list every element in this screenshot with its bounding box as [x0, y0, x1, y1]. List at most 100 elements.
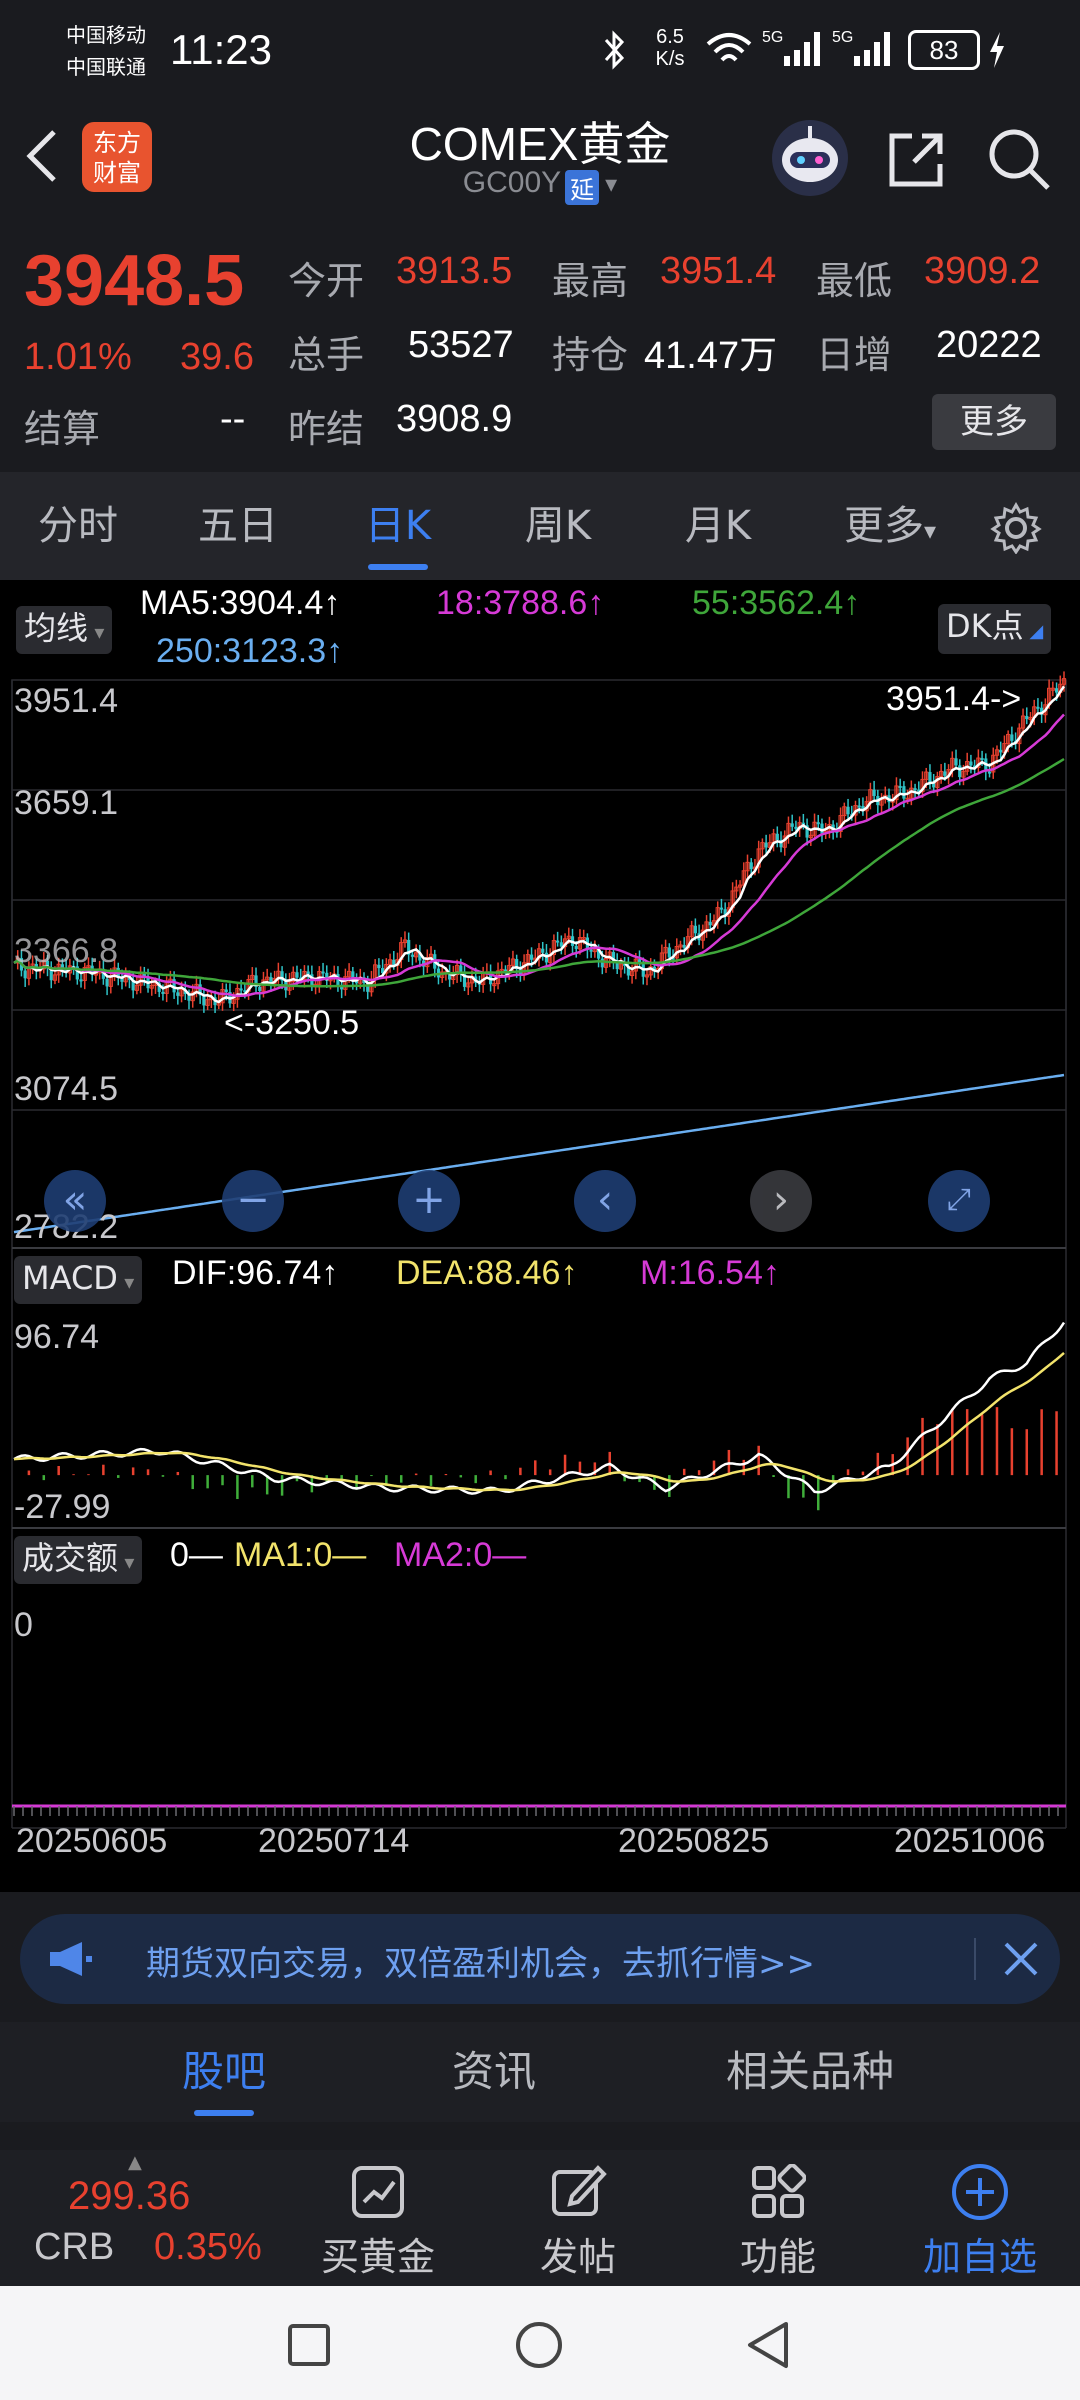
tab-monthly-k[interactable]: 月K: [658, 472, 778, 580]
home-icon[interactable]: [514, 2320, 564, 2370]
macd-max: 96.74: [14, 1318, 100, 1356]
change-percent: 1.01%: [24, 336, 132, 378]
candle-body: [224, 989, 228, 992]
candle-body: [321, 971, 325, 974]
net-speed: 6.5: [656, 26, 684, 48]
candle-body: [239, 988, 243, 991]
post-button[interactable]: 发帖: [500, 2150, 656, 2286]
search-icon[interactable]: [986, 126, 1054, 194]
crb-up-indicator: ▲: [128, 2152, 142, 2173]
share-icon[interactable]: [884, 128, 948, 192]
crb-value[interactable]: 299.36: [68, 2174, 190, 2219]
scroll-left-button[interactable]: ‹: [574, 1170, 636, 1232]
volume-value: 53527: [408, 324, 514, 366]
candle-body: [999, 749, 1003, 753]
candle-body: [295, 972, 299, 978]
date-label-4: 20251006: [894, 1822, 1046, 1860]
buy-gold-button[interactable]: 买黄金: [300, 2150, 456, 2286]
grid-icon: [752, 2164, 806, 2218]
candle-body: [529, 954, 534, 960]
candle-body: [556, 940, 560, 943]
status-time: 11:23: [170, 26, 272, 73]
signal-5g-icon-2: 5G: [832, 29, 890, 66]
y-tick-2: 3659.1: [14, 784, 118, 822]
add-watchlist-button[interactable]: 加自选: [900, 2150, 1060, 2286]
macd-lines: [13, 1321, 1066, 1495]
volume-axis-zero: 0: [14, 1606, 33, 1644]
functions-button[interactable]: 功能: [700, 2150, 856, 2286]
open-interest-value: 41.47万: [644, 335, 778, 377]
macd-dea: DEA:88.46↑: [396, 1254, 578, 1292]
candle-body: [913, 788, 917, 791]
volume-ma2: MA2:0—: [394, 1536, 527, 1574]
chart-area[interactable]: 均线 ▾ MA5:3904.4↑ 18:3788.6↑ 55:3562.4↑ 2…: [0, 580, 1080, 1892]
min-price-label: <-3250.5: [224, 1004, 360, 1042]
chevron-down-icon: ▾: [605, 170, 618, 198]
period-tabs: 分时 五日 日K 周K 月K 更多▾: [0, 472, 1080, 580]
candle-body: [105, 978, 109, 987]
volume-label: 总手: [288, 333, 365, 377]
candle-body: [749, 862, 753, 870]
candle-body: [682, 944, 686, 948]
tab-related-products[interactable]: 相关品种: [700, 2022, 920, 2122]
gear-icon[interactable]: [990, 502, 1042, 554]
low-label: 最低: [816, 259, 893, 303]
zoom-out-button[interactable]: −: [222, 1170, 284, 1232]
scroll-right-button[interactable]: ›: [750, 1170, 812, 1232]
tab-intraday[interactable]: 分时: [18, 472, 138, 580]
banner-divider: [974, 1938, 976, 1980]
tab-more[interactable]: 更多▾: [820, 472, 960, 585]
candle-body: [719, 907, 724, 910]
candle-body: [1054, 688, 1059, 693]
candle-body: [969, 761, 973, 766]
buy-gold-label: 买黄金: [320, 2235, 435, 2279]
back-nav-icon[interactable]: [744, 2320, 792, 2370]
content-tab-indicator: [194, 2110, 254, 2116]
tab-news[interactable]: 资讯: [414, 2022, 574, 2122]
close-icon[interactable]: [1002, 1940, 1040, 1978]
high-value: 3951.4: [660, 250, 777, 292]
tab-weekly-k[interactable]: 周K: [498, 472, 618, 580]
candle-body: [898, 785, 902, 788]
recent-apps-icon[interactable]: [286, 2322, 332, 2368]
kline-chart: [11, 671, 1067, 1829]
open-label: 今开: [288, 259, 365, 303]
candle-body: [258, 987, 262, 992]
quote-panel: 3948.5 1.01% 39.6 今开 3913.5 最高 3951.4 最低…: [0, 226, 1080, 470]
candle-body: [161, 991, 165, 994]
macd-min: -27.99: [14, 1488, 111, 1526]
promo-banner[interactable]: 期货双向交易，双倍盈利机会，去抓行情>>: [20, 1914, 1060, 2004]
candle-body: [820, 823, 824, 834]
daily-increase-value: 20222: [936, 324, 1042, 366]
robot-assistant-icon[interactable]: [768, 116, 852, 200]
volume-toggle[interactable]: 成交额 ▾: [14, 1536, 143, 1584]
macd-dea-line: [13, 1351, 1065, 1492]
change-value: 39.6: [180, 336, 254, 378]
candle-body: [794, 826, 798, 829]
crb-percent: 0.35%: [154, 2226, 262, 2268]
candle-body: [667, 947, 671, 958]
open-value: 3913.5: [396, 250, 513, 292]
more-quote-button[interactable]: 更多: [932, 394, 1056, 450]
candle-body: [954, 758, 958, 766]
zoom-in-button[interactable]: +: [398, 1170, 460, 1232]
date-label-2: 20250714: [258, 1822, 410, 1860]
macd-m: M:16.54↑: [640, 1254, 780, 1292]
fullscreen-button[interactable]: ⤢: [928, 1170, 990, 1232]
action-bar: ▲ 299.36 CRB 0.35% 买黄金 发帖 功能 加自选: [0, 2150, 1080, 2286]
tab-stock-bar[interactable]: 股吧: [144, 2022, 304, 2122]
tab-five-day[interactable]: 五日: [178, 472, 298, 580]
candle-body: [693, 925, 697, 934]
candle-body: [176, 992, 180, 996]
chart-trend-icon: [352, 2166, 404, 2218]
candle-body: [574, 945, 578, 949]
macd-toggle[interactable]: MACD ▾: [14, 1256, 143, 1304]
max-price-label: 3951.4->: [886, 680, 1022, 718]
carrier-1: 中国移动: [66, 23, 146, 47]
caret-down-icon: ▾: [923, 517, 937, 545]
scroll-left-fast-button[interactable]: «: [44, 1170, 106, 1232]
tab-active-indicator: [368, 564, 428, 570]
candle-body: [202, 995, 206, 1006]
candle-body: [23, 970, 27, 979]
volume-ma1: MA1:0—: [234, 1536, 367, 1574]
